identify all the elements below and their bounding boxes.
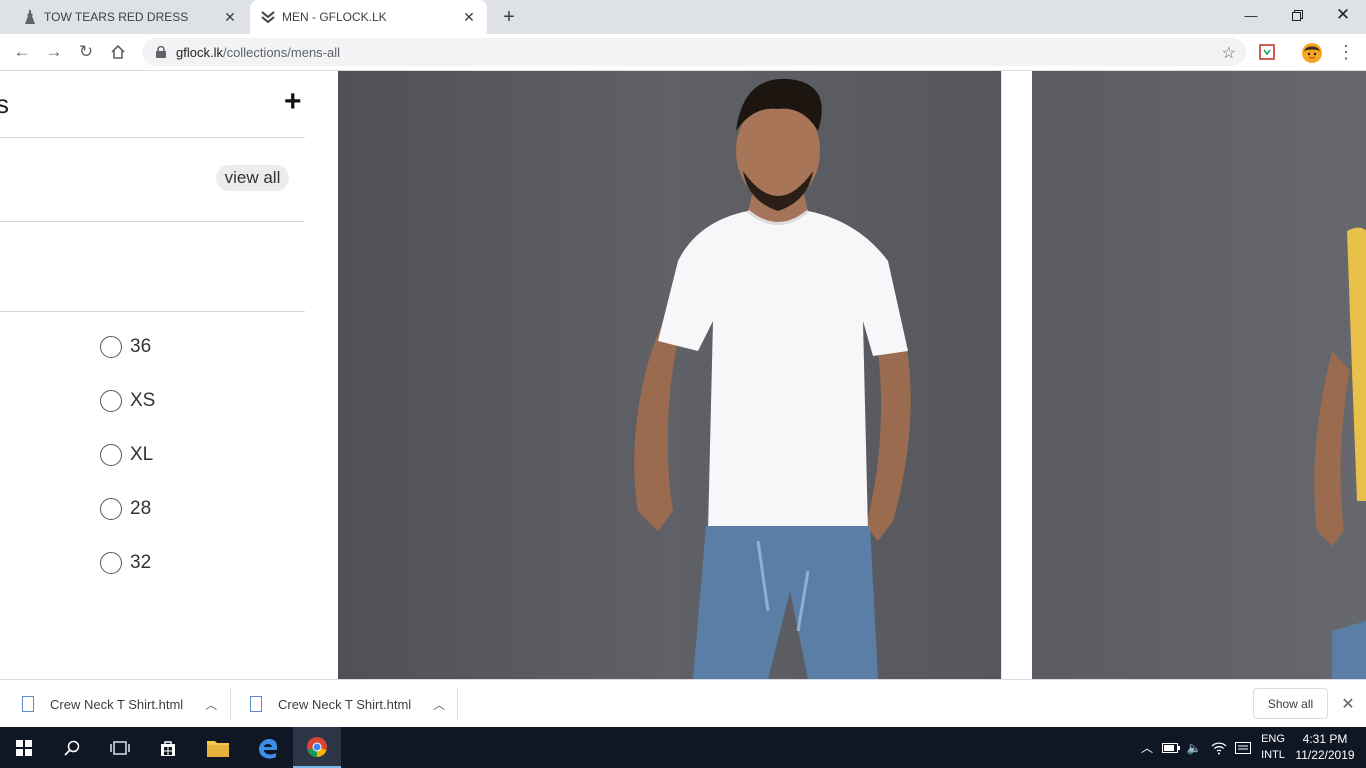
download-filename: Crew Neck T Shirt.html: [278, 696, 412, 712]
tab-close-icon[interactable]: ✕: [222, 9, 238, 25]
start-windows-icon[interactable]: [0, 727, 48, 768]
home-icon[interactable]: [106, 40, 130, 64]
size-option-36[interactable]: 36: [100, 335, 151, 359]
back-icon[interactable]: ←: [10, 40, 34, 64]
divider: [230, 688, 231, 720]
url-path: /collections/mens-all: [222, 44, 341, 60]
close-window-icon[interactable]: ✕: [1320, 0, 1366, 30]
file-explorer-icon[interactable]: [194, 727, 242, 768]
chevron-up-icon[interactable]: ︿: [205, 696, 217, 713]
divider: [0, 311, 305, 312]
tab-strip: TOW TEARS RED DRESS ✕ MEN - GFLOCK.LK ✕ …: [0, 0, 1366, 34]
chrome-icon[interactable]: [293, 727, 341, 768]
system-clock[interactable]: 4:31 PM 11/22/2019: [1290, 731, 1360, 763]
expand-plus-icon[interactable]: +: [284, 85, 302, 119]
download-filename: Crew Neck T Shirt.html: [50, 696, 184, 712]
battery-icon[interactable]: [1160, 727, 1182, 768]
radio-button[interactable]: [100, 390, 122, 412]
download-item[interactable]: Crew Neck T Shirt.html ︿: [250, 680, 445, 728]
task-view-icon[interactable]: [96, 727, 144, 768]
tab-men-gflock[interactable]: MEN - GFLOCK.LK ✕: [250, 0, 487, 34]
download-item[interactable]: Crew Neck T Shirt.html ︿: [22, 680, 217, 728]
store-icon[interactable]: [144, 727, 192, 768]
tab-tow-tears-red-dress[interactable]: TOW TEARS RED DRESS ✕: [0, 0, 248, 34]
bookmark-star-icon[interactable]: ☆: [1222, 43, 1236, 63]
new-tab-icon[interactable]: +: [498, 6, 520, 28]
lock-icon: [156, 45, 168, 59]
show-all-button[interactable]: Show all: [1253, 688, 1328, 719]
product-image[interactable]: [1032, 71, 1366, 679]
forward-icon[interactable]: →: [42, 40, 66, 64]
view-all-button[interactable]: view all: [216, 165, 289, 191]
tab-title: MEN - GFLOCK.LK: [282, 10, 387, 24]
windows-taskbar: ︿ 🔈 ENG INTL 4:31 PM 11/22/2019: [0, 727, 1366, 768]
keyboard-icon[interactable]: [1232, 727, 1254, 768]
size-option-28[interactable]: 28: [100, 497, 151, 521]
url-text: gflock.lk/collections/mens-all: [176, 45, 340, 60]
minimize-icon[interactable]: —: [1228, 0, 1274, 30]
profile-avatar[interactable]: [1302, 43, 1322, 63]
model-white-tshirt-illustration: [634, 78, 911, 679]
language-top: ENG: [1261, 733, 1285, 745]
size-label: XS: [130, 390, 156, 411]
filter-panel: s + view all 36 XS XL 28 32: [0, 71, 338, 679]
chevron-up-icon[interactable]: ︿: [433, 696, 445, 713]
gflock-chevron-icon: [260, 9, 276, 25]
size-label: 36: [130, 336, 152, 357]
show-hidden-icons-chevron-icon[interactable]: ︿: [1138, 727, 1156, 768]
search-icon[interactable]: [48, 727, 96, 768]
size-label: XL: [130, 444, 154, 465]
close-downloads-icon[interactable]: ✕: [1338, 694, 1358, 714]
html-file-icon: [22, 696, 34, 712]
address-bar[interactable]: gflock.lk/collections/mens-all ☆: [142, 38, 1246, 66]
filter-heading: s: [0, 89, 9, 119]
tab-title: TOW TEARS RED DRESS: [44, 10, 189, 24]
html-file-icon: [250, 696, 262, 712]
url-domain: gflock.lk: [176, 44, 223, 60]
extension-icon[interactable]: [1258, 43, 1276, 61]
page-content: s + view all 36 XS XL 28 32: [0, 71, 1366, 679]
divider: [457, 688, 458, 720]
clock-date: 11/22/2019: [1295, 748, 1355, 762]
radio-button[interactable]: [100, 444, 122, 466]
model-yellow-tshirt-illustration: [1314, 227, 1366, 679]
reload-icon[interactable]: ↻: [74, 40, 98, 64]
restore-icon[interactable]: [1274, 0, 1320, 30]
language-indicator[interactable]: ENG INTL: [1256, 731, 1290, 763]
clock-time: 4:31 PM: [1302, 732, 1348, 746]
size-option-xs[interactable]: XS: [100, 389, 155, 413]
size-option-32[interactable]: 32: [100, 551, 151, 575]
language-bottom: INTL: [1261, 749, 1285, 761]
radio-button[interactable]: [100, 336, 122, 358]
browser-toolbar: ← → ↻ gflock.lk/collections/mens-all ☆ ⋮: [0, 34, 1366, 71]
size-option-xl[interactable]: XL: [100, 443, 153, 467]
size-label: 32: [130, 552, 152, 573]
edge-icon[interactable]: [244, 727, 292, 768]
divider: [0, 221, 305, 222]
wifi-icon[interactable]: [1208, 727, 1230, 768]
divider: [0, 137, 305, 138]
size-label: 28: [130, 498, 152, 519]
downloads-bar: Crew Neck T Shirt.html ︿ Crew Neck T Shi…: [0, 679, 1366, 727]
radio-button[interactable]: [100, 498, 122, 520]
menu-kebab-icon[interactable]: ⋮: [1334, 40, 1358, 64]
product-image[interactable]: [338, 71, 1001, 679]
image-gap: [1001, 71, 1032, 679]
dress-icon: [22, 9, 38, 25]
tab-close-icon[interactable]: ✕: [461, 9, 477, 25]
radio-button[interactable]: [100, 552, 122, 574]
volume-icon[interactable]: 🔈: [1184, 727, 1204, 768]
